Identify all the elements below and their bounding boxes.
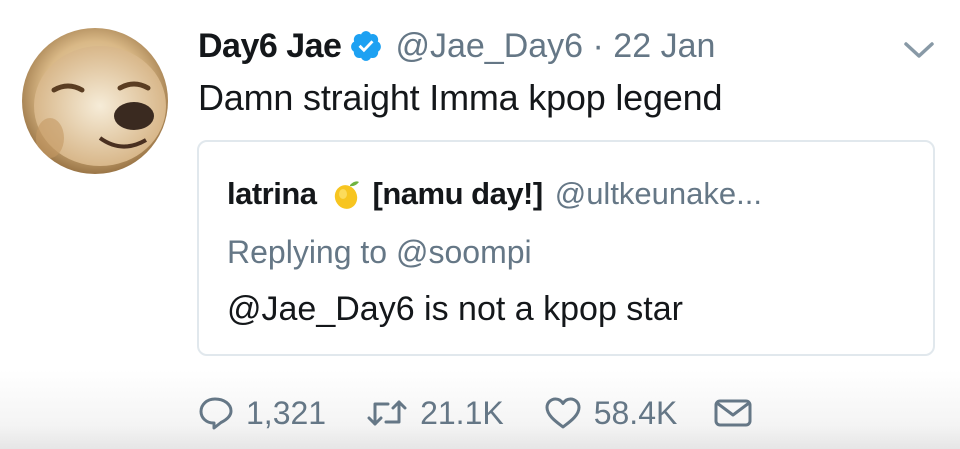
author-name[interactable]: Day6 Jae [198,27,342,66]
reply-button[interactable]: 1,321 [198,395,326,432]
handle-and-date[interactable]: @Jae_Day6 · 22 Jan [395,27,715,66]
quoted-tweet[interactable]: latrina [namu day!] @ultkeunake... Reply… [197,140,935,356]
like-count: 58.4K [593,394,678,431]
quoted-tweet-header: latrina [namu day!] @ultkeunake... [227,172,762,216]
verified-badge-icon [349,29,383,63]
chevron-down-icon[interactable] [900,38,938,62]
message-button[interactable] [713,397,753,429]
like-button[interactable]: 58.4K [544,394,678,432]
retweet-icon [366,397,408,429]
retweet-count: 21.1K [420,394,504,431]
reply-icon [198,396,234,430]
tweet-actions: 1,321 21.1K 58.4K [198,388,753,438]
avatar-image [22,28,168,174]
reply-count: 1,321 [246,394,327,431]
quoted-author-handle: @ultkeunake... [554,176,762,211]
lemon-emoji-icon [331,178,361,210]
message-icon [713,397,753,429]
avatar[interactable] [22,28,168,174]
quoted-tweet-text: @Jae_Day6 is not a kpop star [227,290,683,328]
like-icon [544,396,582,430]
tweet-header: Day6 Jae @Jae_Day6 · 22 Jan [198,24,715,68]
replying-to: Replying to @soompi [227,234,532,270]
retweet-button[interactable]: 21.1K [366,395,504,432]
tweet-text: Damn straight Imma kpop legend [198,77,723,118]
quoted-author-name-suffix: [namu day!] [372,176,544,211]
quoted-author-name: latrina [227,176,317,211]
